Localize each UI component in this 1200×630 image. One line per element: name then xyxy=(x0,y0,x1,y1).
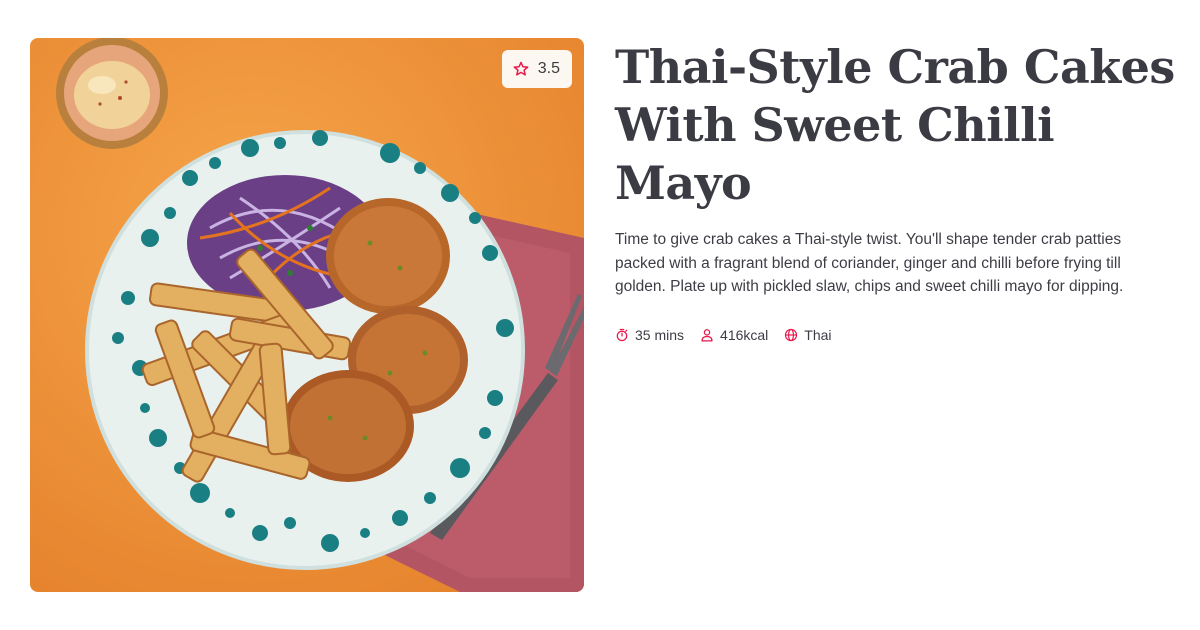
recipe-photo xyxy=(30,38,584,592)
rating-badge: 3.5 xyxy=(501,50,572,88)
mayo-dish xyxy=(56,38,168,149)
recipe-title-line-2: With Sweet Chilli Mayo xyxy=(615,98,1055,210)
meta-calories: 416kcal xyxy=(700,327,768,343)
recipe-hero-image: 3.5 xyxy=(30,38,584,592)
recipe-info: Thai-Style Crab Cakes With Sweet Chilli … xyxy=(615,38,1175,343)
meta-cuisine-value: Thai xyxy=(804,326,832,343)
meta-cuisine: Thai xyxy=(784,326,832,343)
meta-time-value: 35 mins xyxy=(635,326,685,343)
meta-calories-value: 416kcal xyxy=(720,326,769,343)
person-icon xyxy=(701,328,713,341)
recipe-description: Time to give crab cakes a Thai-style twi… xyxy=(615,231,1124,295)
rating-value: 3.5 xyxy=(537,60,560,77)
stopwatch-icon xyxy=(616,328,628,341)
meta-time: 35 mins xyxy=(615,327,684,343)
globe-icon xyxy=(785,328,798,341)
star-outline-icon xyxy=(513,61,529,76)
recipe-meta: 35 mins 416kcal Thai xyxy=(615,327,1175,343)
recipe-title: Thai-Style Crab Cakes With Sweet Chilli … xyxy=(615,38,1175,212)
recipe-title-line-1: Thai-Style Crab Cakes xyxy=(615,40,1175,94)
